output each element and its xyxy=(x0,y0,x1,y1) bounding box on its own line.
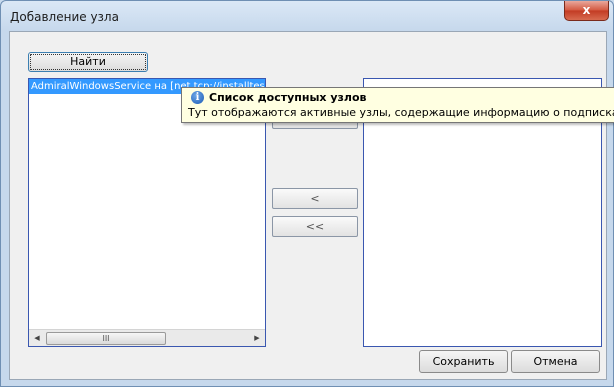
scroll-left-icon[interactable]: ◀ xyxy=(29,330,45,346)
scrollbar-thumb[interactable]: III xyxy=(46,332,166,345)
save-button[interactable]: Сохранить xyxy=(419,350,508,373)
horizontal-scrollbar[interactable]: ◀ III ▶ xyxy=(29,329,265,346)
close-button[interactable]: x xyxy=(564,1,609,21)
window-title: Добавление узла xyxy=(10,10,119,24)
cancel-button[interactable]: Отмена xyxy=(511,350,600,373)
remove-button[interactable]: < xyxy=(272,188,358,209)
find-button[interactable]: Найти xyxy=(28,52,148,72)
tooltip: i Список доступных узлов Тут отображаютс… xyxy=(181,87,614,123)
tooltip-text: Тут отображаются активные узлы, содержащ… xyxy=(188,106,614,119)
remove-all-button[interactable]: << xyxy=(272,216,358,237)
info-icon: i xyxy=(191,91,204,104)
dialog-client-area: Найти AdmiralWindowsService на [net.tcp:… xyxy=(9,31,607,380)
scroll-grip-icon: III xyxy=(102,334,110,343)
tooltip-title: Список доступных узлов xyxy=(209,91,367,104)
title-bar[interactable]: Добавление узла x xyxy=(1,1,613,31)
scroll-right-icon[interactable]: ▶ xyxy=(249,330,265,346)
dialog-window: Добавление узла x Найти AdmiralWindowsSe… xyxy=(0,0,614,387)
close-icon: x xyxy=(582,3,591,17)
